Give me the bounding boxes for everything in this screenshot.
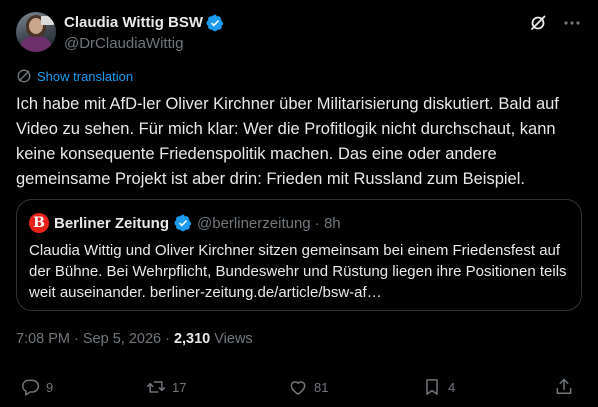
verified-badge-icon <box>206 14 224 31</box>
show-translation-link[interactable]: Show translation <box>16 68 133 84</box>
translate-icon <box>17 69 31 83</box>
views-count: 2,310 <box>173 331 211 347</box>
avatar[interactable] <box>16 12 56 52</box>
bookmark-count: 4 <box>448 379 456 395</box>
author-block: Claudia Wittig BSW @DrClaudiaWittig <box>64 13 224 54</box>
share-icon <box>556 378 572 394</box>
quoted-author-name[interactable]: Berliner Zeitung <box>54 215 169 232</box>
tweet-meta: 7:08 PM · Sep 5, 2026 · 2,310 Views <box>16 331 253 347</box>
share-button[interactable] <box>554 377 574 397</box>
tweet-text: Ich habe mit AfD-ler Oliver Kirchner übe… <box>16 95 559 188</box>
like-icon <box>290 381 306 395</box>
tweet-header: Claudia Wittig BSW @DrClaudiaWittig <box>16 12 582 56</box>
views-label: Views <box>214 331 253 347</box>
header-actions <box>528 13 582 33</box>
verified-badge-icon <box>174 214 192 232</box>
repost-count: 17 <box>172 379 187 395</box>
like-count: 81 <box>314 379 329 395</box>
author-display-name[interactable]: Claudia Wittig BSW <box>64 13 203 32</box>
reply-count: 9 <box>46 379 54 395</box>
reply-icon <box>22 379 40 396</box>
quoted-tweet-header: B Berliner Zeitung @berlinerzeitung · 8h <box>29 213 341 233</box>
quoted-tweet[interactable]: B Berliner Zeitung @berlinerzeitung · 8h… <box>16 199 582 311</box>
bookmark-icon <box>426 379 438 395</box>
grok-icon[interactable] <box>528 13 548 33</box>
author-name-row[interactable]: Claudia Wittig BSW <box>64 13 224 32</box>
bookmark-button[interactable]: 4 <box>422 377 455 397</box>
author-handle[interactable]: @DrClaudiaWittig <box>64 34 224 54</box>
repost-icon <box>146 381 166 393</box>
quoted-handle-time: @berlinerzeitung · 8h <box>197 214 341 232</box>
berliner-zeitung-logo: B <box>29 213 49 233</box>
action-bar: 9 17 81 4 <box>16 377 578 401</box>
quoted-tweet-text: Claudia Wittig und Oliver Kirchner sitze… <box>29 242 567 301</box>
more-icon[interactable] <box>562 13 582 33</box>
tweet-timestamp[interactable]: 7:08 PM · Sep 5, 2026 · <box>16 331 170 347</box>
show-translation-label[interactable]: Show translation <box>37 69 133 84</box>
reply-button[interactable]: 9 <box>20 377 53 397</box>
repost-button[interactable]: 17 <box>146 377 186 397</box>
like-button[interactable]: 81 <box>288 377 328 397</box>
